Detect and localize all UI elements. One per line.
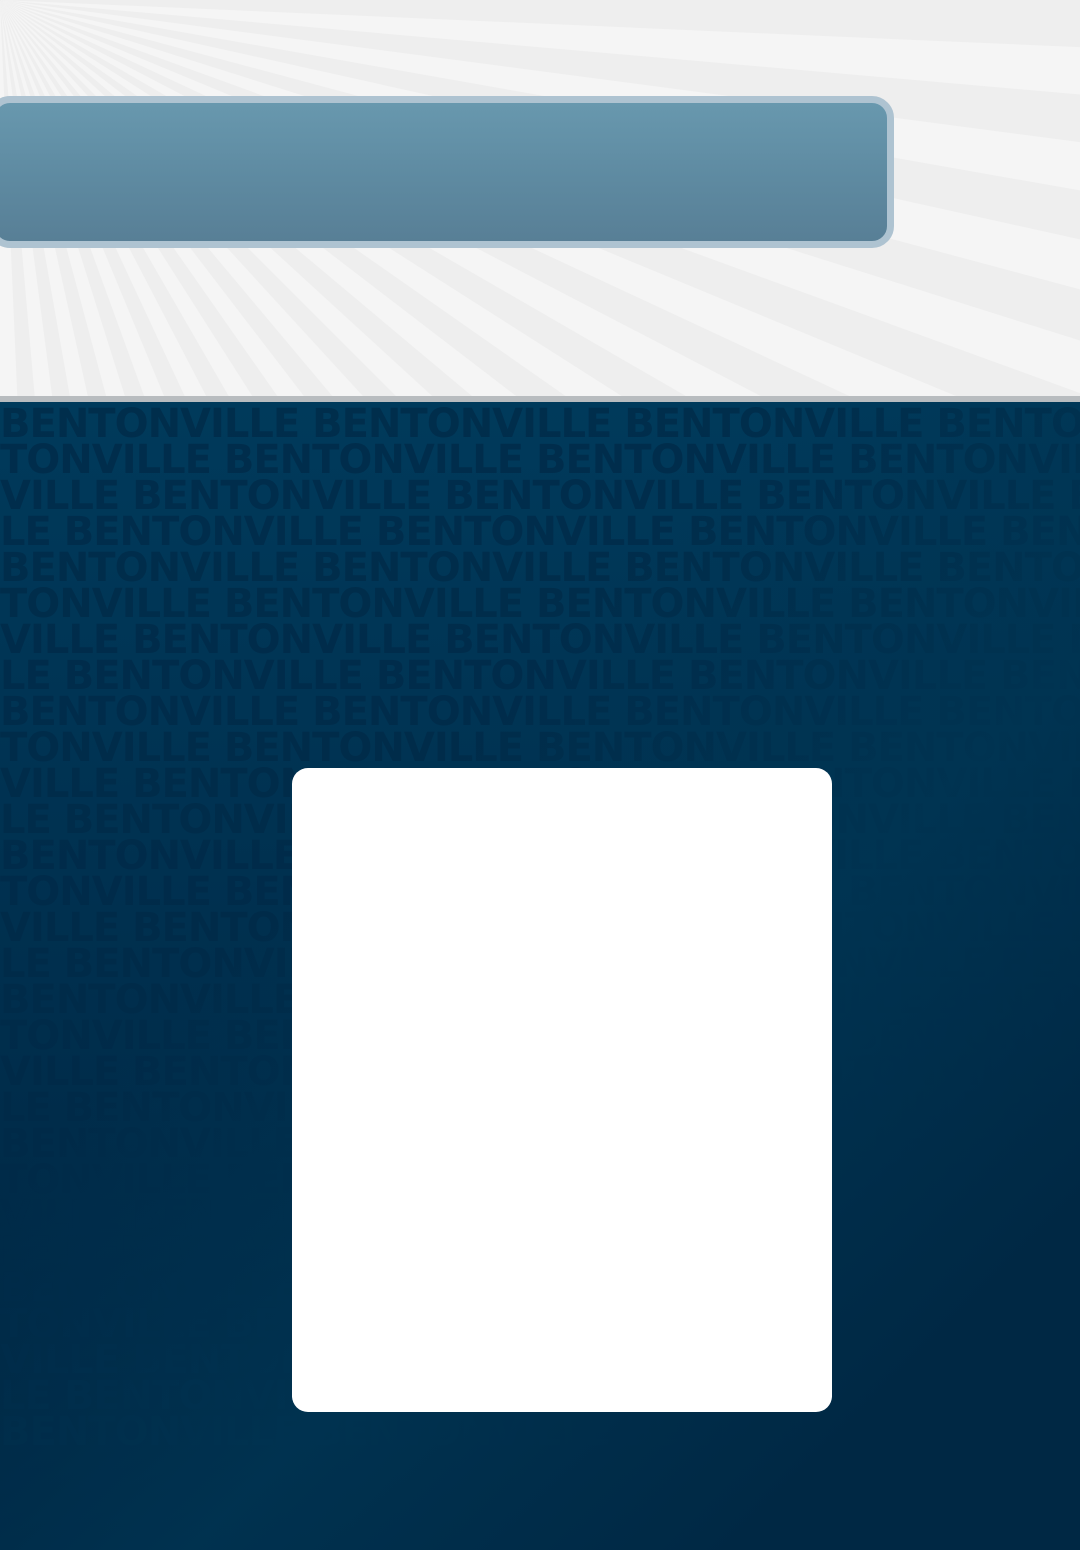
pattern-row: BENTONVILLE BENTONVILLE BENTONVILLE BENT… [0, 1409, 1080, 1455]
top-section [0, 0, 1080, 396]
header-banner [0, 96, 894, 248]
content-card [292, 768, 832, 1412]
